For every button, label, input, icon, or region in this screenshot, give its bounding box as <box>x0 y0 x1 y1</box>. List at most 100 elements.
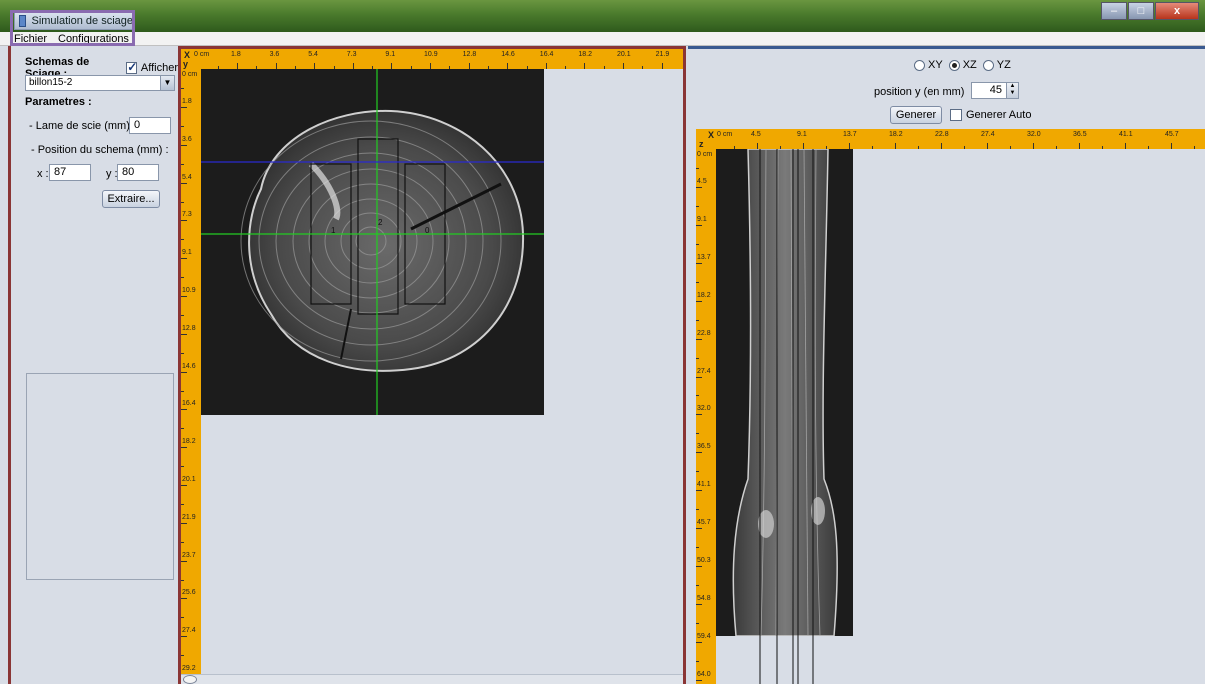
ruler-tick <box>941 143 942 149</box>
close-button[interactable]: x <box>1155 2 1199 20</box>
ruler-tick <box>181 560 187 562</box>
ruler-tick-label: 20.1 <box>182 476 196 483</box>
y-label: y : <box>106 168 118 180</box>
ruler-tick-label: 41.1 <box>697 481 711 489</box>
lame-de-scie-input[interactable]: 0 <box>129 117 171 134</box>
ruler-tick <box>181 333 187 335</box>
ruler-tick-label: 18.2 <box>578 51 593 58</box>
ruler-minor-tick <box>696 471 699 473</box>
ruler-tick <box>181 409 187 411</box>
afficher-checkbox[interactable] <box>126 60 137 74</box>
ruler-minor-tick <box>918 146 919 149</box>
ruler-minor-tick <box>181 88 184 90</box>
ruler-minor-tick <box>696 547 699 549</box>
ruler-tick <box>181 447 187 449</box>
chevron-down-icon[interactable]: ▼ <box>160 76 174 90</box>
ruler-tick <box>1125 143 1126 149</box>
xz-z-origin-label: 0 cm <box>697 151 713 158</box>
board-label-2: 2 <box>378 218 383 227</box>
zoom-slider-thumb[interactable] <box>183 675 197 684</box>
ruler-tick <box>696 338 702 340</box>
ruler-minor-tick <box>181 579 184 581</box>
ruler-tick-label: 27.4 <box>697 367 711 375</box>
x-ruler: X 0 cm 1.8 3.6 5.4 7.3 9.1 10.9 12.8 14.6 16.4 18… <box>181 49 683 69</box>
ruler-tick-label: 54.8 <box>697 594 711 602</box>
info-box <box>26 373 174 580</box>
ruler-tick <box>181 296 187 297</box>
ruler-tick <box>696 490 702 492</box>
ruler-tick-label: 13.7 <box>843 131 857 138</box>
ruler-tick-label: 3.6 <box>269 51 280 58</box>
ruler-minor-tick <box>181 163 184 165</box>
menu-bar: Fichier Configurations <box>0 32 1205 46</box>
ruler-tick-label: 4.5 <box>751 131 761 138</box>
radio-xy[interactable] <box>914 59 925 71</box>
generer-auto-label: Generer Auto <box>966 109 1032 121</box>
ruler-tick <box>895 143 896 149</box>
generer-button[interactable]: Generer <box>890 106 942 124</box>
xy-slice-image[interactable]: 1 2 0 <box>201 69 544 415</box>
radio-xz[interactable] <box>948 59 960 71</box>
ruler-minor-tick <box>696 622 699 624</box>
extraire-button[interactable]: Extraire... <box>102 190 160 208</box>
lame-de-scie-label: - Lame de scie (mm) : <box>29 120 136 132</box>
ruler-tick-label: 9.1 <box>385 51 396 58</box>
ruler-tick <box>696 641 702 643</box>
ruler-minor-tick <box>696 243 699 245</box>
y-origin-label: 0 cm <box>182 71 198 78</box>
ruler-tick-label: 22.8 <box>697 329 711 337</box>
log-profile <box>732 148 838 637</box>
position-schema-label: - Position du schema (mm) : <box>31 144 169 156</box>
xz-slice-image[interactable] <box>716 148 853 637</box>
ruler-tick <box>623 63 624 69</box>
ruler-minor-tick <box>181 541 184 543</box>
menu-fichier[interactable]: Fichier <box>14 33 47 45</box>
ruler-minor-tick <box>603 66 605 69</box>
ruler-tick-label: 7.3 <box>182 211 192 219</box>
y-input[interactable]: 80 <box>117 164 159 181</box>
ruler-tick-label: 18.2 <box>182 438 196 446</box>
ruler-tick-label: 9.1 <box>697 215 707 223</box>
x-label: x : <box>37 168 49 180</box>
ruler-tick <box>661 63 663 69</box>
ruler-minor-tick <box>696 357 699 359</box>
ruler-tick <box>181 107 187 108</box>
spinner-arrows-icon[interactable]: ▲ ▼ <box>1006 83 1018 98</box>
log-longitudinal-section <box>732 148 838 637</box>
parametres-title: Parametres : <box>25 96 92 108</box>
ruler-tick-label: 41.1 <box>1119 131 1133 138</box>
ruler-tick <box>181 144 187 146</box>
ruler-minor-tick <box>181 466 184 468</box>
radio-yz[interactable] <box>982 59 994 71</box>
ruler-minor-tick <box>181 314 184 316</box>
ruler-tick-label: 50.3 <box>697 557 711 564</box>
ruler-tick-label: 18.2 <box>889 131 903 138</box>
application-window: Simulation de sciage – □ x Fichier Confi… <box>0 0 1205 684</box>
maximize-button[interactable]: □ <box>1128 2 1154 20</box>
ruler-tick <box>696 414 702 416</box>
ruler-tick-label: 5.4 <box>182 173 192 181</box>
ruler-tick-label: 16.4 <box>182 400 196 408</box>
cut-lines-extension <box>759 636 814 684</box>
x-input[interactable]: 87 <box>49 164 91 181</box>
plane-radio-group: XY XZ YZ <box>908 59 1011 71</box>
ruler-tick <box>181 636 187 638</box>
ruler-tick-label: 23.7 <box>182 551 196 559</box>
generer-auto-checkbox[interactable] <box>950 109 962 121</box>
ruler-tick-label: 27.4 <box>182 627 196 635</box>
left-parameters-panel: Schemas de Sciage : Afficher billon15-2 … <box>8 46 178 684</box>
ruler-tick-label: 9.1 <box>797 131 807 138</box>
ruler-tick-label: 27.4 <box>981 131 995 138</box>
zoom-slider[interactable] <box>181 674 683 684</box>
xy-view-panel: X 0 cm 1.8 3.6 5.4 7.3 9.1 10.9 12.8 14.6 16.4 18… <box>178 46 686 684</box>
ruler-tick <box>584 63 586 69</box>
ruler-minor-tick <box>565 66 567 69</box>
ruler-tick <box>181 258 187 260</box>
billon-select[interactable]: billon15-2 ▼ <box>25 75 175 91</box>
ruler-tick <box>181 182 187 184</box>
menu-configurations[interactable]: Configurations <box>58 33 129 45</box>
minimize-button[interactable]: – <box>1101 2 1127 20</box>
ruler-tick-label: 36.5 <box>1073 131 1087 138</box>
ruler-tick-label: 4.5 <box>697 178 707 185</box>
ruler-minor-tick <box>964 146 965 149</box>
